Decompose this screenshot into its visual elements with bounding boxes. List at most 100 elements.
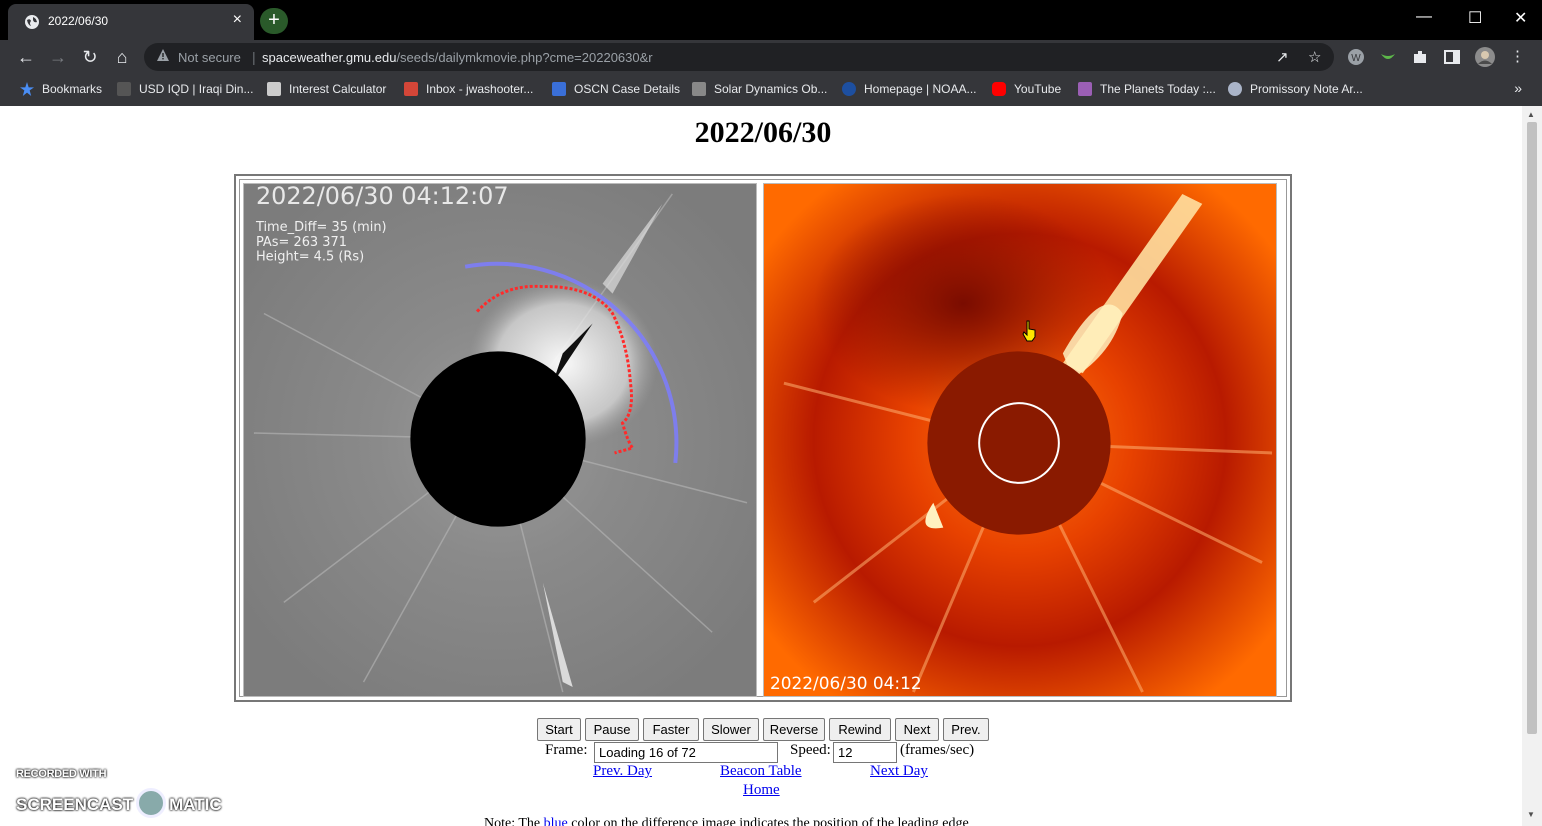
- new-tab-button[interactable]: +: [260, 8, 288, 34]
- browser-tab[interactable]: 2022/06/30 ×: [8, 4, 254, 40]
- calculator-icon: [267, 82, 281, 96]
- tab-close-icon[interactable]: ×: [233, 11, 242, 29]
- browser-toolbar: ← → ↻ ⌂ Not secure | spaceweather.gmu.ed…: [0, 40, 1542, 74]
- bookmark-item[interactable]: Inbox - jwashooter...: [404, 82, 533, 98]
- page-content: 2022/06/30 2022/06/30 04:12:07 Time_Diff…: [4, 106, 1522, 826]
- address-bar[interactable]: Not secure | spaceweather.gmu.edu/seeds/…: [144, 43, 1334, 71]
- globe-icon: [25, 15, 39, 29]
- next-day-link[interactable]: Next Day: [870, 763, 928, 780]
- back-icon[interactable]: ←: [14, 45, 38, 69]
- sdo-icon: [692, 82, 706, 96]
- bookmark-item[interactable]: OSCN Case Details: [552, 82, 680, 98]
- movie-frame: 2022/06/30 04:12:07 Time_Diff= 35 (min) …: [234, 174, 1292, 702]
- pause-button[interactable]: Pause: [585, 718, 639, 741]
- reverse-button[interactable]: Reverse: [763, 718, 825, 741]
- bookmark-label: OSCN Case Details: [574, 82, 681, 96]
- url-path: /seeds/dailymkmovie.php?cme=20220630&r: [396, 50, 653, 65]
- prev-day-link[interactable]: Prev. Day: [593, 763, 652, 780]
- oscn-icon: [552, 82, 566, 96]
- frame-input[interactable]: Loading 16 of 72: [594, 742, 778, 763]
- scroll-thumb[interactable]: [1527, 122, 1537, 734]
- left-timestamp: 2022/06/30 04:12:07: [256, 183, 509, 210]
- bookmark-item[interactable]: Promissory Note Ar...: [1228, 82, 1363, 98]
- extension-leaf-icon[interactable]: [1379, 48, 1397, 66]
- lasco-difference-image: 2022/06/30 04:12:07 Time_Diff= 35 (min) …: [243, 183, 757, 697]
- slower-button[interactable]: Slower: [703, 718, 759, 741]
- bookmark-star-icon[interactable]: ☆: [1308, 48, 1321, 66]
- watermark-brand: SCREENCAST MATIC: [16, 788, 222, 818]
- lasco-c2-image: 2022/06/30 04:12: [763, 183, 1277, 697]
- bookmark-label: Solar Dynamics Ob...: [714, 82, 828, 96]
- screencast-logo-icon: [136, 788, 167, 818]
- bookmark-item[interactable]: USD IQD | Iraqi Din...: [117, 82, 253, 98]
- inv-icon: [117, 82, 131, 96]
- bookmark-item[interactable]: Solar Dynamics Ob...: [692, 82, 827, 98]
- not-secure-label: Not secure: [178, 50, 241, 65]
- leading-edge-note: Note: The blue color on the difference i…: [484, 816, 969, 826]
- share-icon[interactable]: ↗: [1276, 48, 1289, 66]
- page-title: 2022/06/30: [694, 116, 832, 149]
- beacon-table-link[interactable]: Beacon Table: [720, 763, 802, 780]
- frame-label: Frame:: [545, 742, 588, 758]
- youtube-icon: [992, 82, 1006, 96]
- next-button[interactable]: Next: [895, 718, 939, 741]
- screencast-watermark: RECORDED WITH SCREENCAST MATIC: [16, 768, 222, 818]
- hand-cursor-icon: [1022, 320, 1036, 342]
- bookmarks-overflow-icon[interactable]: »: [1514, 80, 1522, 96]
- height-text: Height= 4.5 (Rs): [256, 250, 364, 265]
- extension-w-icon[interactable]: W: [1347, 48, 1365, 66]
- bookmark-item[interactable]: Homepage | NOAA...: [842, 82, 977, 98]
- bookmark-item[interactable]: The Planets Today :...: [1078, 82, 1216, 98]
- menu-kebab-icon[interactable]: ⋮: [1510, 47, 1525, 65]
- minimize-icon[interactable]: —: [1416, 8, 1432, 26]
- home-icon[interactable]: ⌂: [110, 45, 134, 69]
- extensions-puzzle-icon[interactable]: [1411, 48, 1429, 66]
- watermark-left: SCREENCAST: [16, 795, 134, 814]
- avatar[interactable]: [1475, 47, 1495, 67]
- noaa-icon: [842, 82, 856, 96]
- faster-button[interactable]: Faster: [643, 718, 699, 741]
- scroll-down-icon[interactable]: ▼: [1527, 810, 1535, 819]
- right-timestamp: 2022/06/30 04:12: [770, 673, 922, 693]
- pas-text: PAs= 263 371: [256, 235, 347, 250]
- maximize-icon[interactable]: ☐: [1468, 8, 1482, 28]
- scroll-up-icon[interactable]: ▲: [1527, 110, 1535, 119]
- star-icon: [20, 82, 34, 96]
- note-prefix: Note: The: [484, 816, 544, 826]
- svg-text:W: W: [1351, 53, 1361, 64]
- start-button[interactable]: Start: [537, 718, 581, 741]
- bookmark-label: Homepage | NOAA...: [864, 82, 977, 96]
- url-domain: spaceweather.gmu.edu: [262, 50, 397, 65]
- tab-title: 2022/06/30: [48, 14, 109, 28]
- page-scrollbar[interactable]: ▲ ▼: [1522, 106, 1542, 826]
- home-link[interactable]: Home: [743, 782, 780, 799]
- prev-button[interactable]: Prev.: [943, 718, 989, 741]
- window-close-icon[interactable]: ✕: [1514, 8, 1527, 28]
- note-icon: [1228, 82, 1242, 96]
- rewind-button[interactable]: Rewind: [829, 718, 891, 741]
- bookmark-item[interactable]: Bookmarks: [20, 82, 102, 98]
- watermark-recorded: RECORDED WITH: [16, 768, 107, 780]
- bookmark-item[interactable]: YouTube: [992, 82, 1061, 98]
- bookmark-label: The Planets Today :...: [1100, 82, 1216, 96]
- time-diff-text: Time_Diff= 35 (min): [255, 220, 387, 235]
- speed-input[interactable]: 12: [833, 742, 897, 763]
- bookmarks-bar: Bookmarks USD IQD | Iraqi Din... Interes…: [0, 74, 1542, 106]
- watermark-right: MATIC: [169, 795, 222, 814]
- note-blue-word: blue: [543, 816, 568, 826]
- url-separator: |: [252, 49, 256, 65]
- warning-icon: [157, 49, 169, 61]
- bookmark-label: Inbox - jwashooter...: [426, 82, 534, 96]
- speed-label: Speed:: [790, 742, 831, 758]
- bookmark-label: YouTube: [1014, 82, 1062, 96]
- bookmark-label: Bookmarks: [42, 82, 103, 96]
- note-suffix: color on the difference image indicates …: [567, 816, 969, 826]
- bookmark-label: USD IQD | Iraqi Din...: [139, 82, 254, 96]
- side-panel-icon[interactable]: [1443, 48, 1461, 66]
- speed-unit: (frames/sec): [900, 742, 975, 758]
- bookmark-item[interactable]: Interest Calculator: [267, 82, 386, 98]
- planets-icon: [1078, 82, 1092, 96]
- reload-icon[interactable]: ↻: [78, 45, 102, 69]
- forward-icon[interactable]: →: [46, 45, 70, 69]
- gmail-icon: [404, 82, 418, 96]
